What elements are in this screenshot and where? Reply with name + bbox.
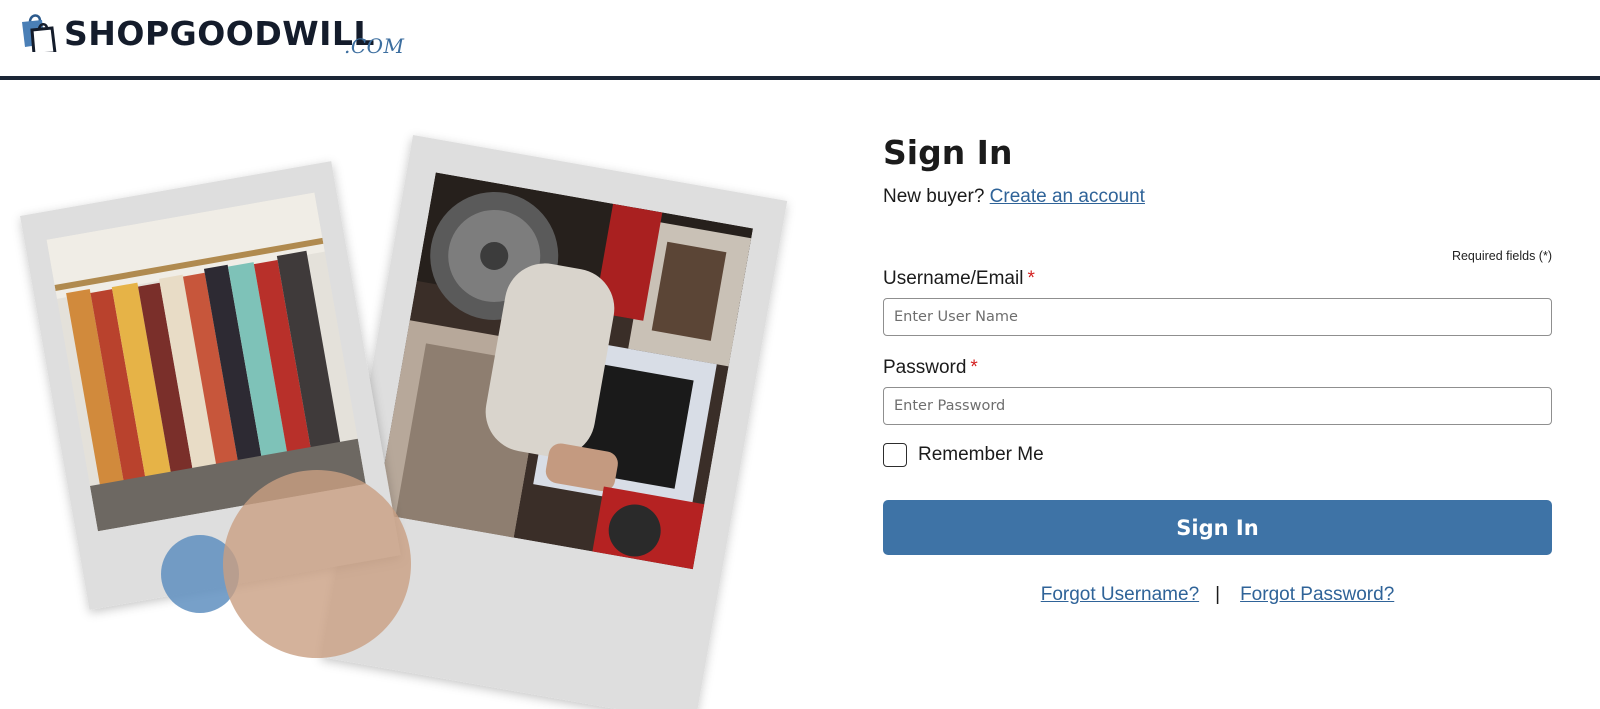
password-label: Password * — [883, 357, 978, 379]
logo-suffix: .COM — [344, 34, 405, 58]
required-star: * — [970, 357, 978, 378]
username-label: Username/Email * — [883, 268, 1035, 290]
polaroid-records — [320, 135, 788, 709]
site-header: SHOPGOODWILL .COM — [0, 0, 1600, 82]
header-divider — [0, 76, 1600, 80]
logo-wordmark: SHOPGOODWILL — [64, 14, 375, 53]
remember-me-label[interactable]: Remember Me — [918, 444, 1044, 466]
tan-circle — [223, 470, 411, 658]
shopping-bag-icon — [22, 14, 57, 52]
remember-me-row[interactable]: Remember Me — [883, 443, 1044, 467]
required-star: * — [1027, 268, 1035, 289]
hero-illustration — [20, 135, 788, 709]
new-buyer-line: New buyer? Create an account — [883, 186, 1145, 208]
create-account-link[interactable]: Create an account — [990, 186, 1145, 207]
new-buyer-prefix: New buyer? — [883, 186, 985, 207]
forgot-password-link[interactable]: Forgot Password? — [1240, 584, 1394, 605]
required-fields-note: Required fields (*) — [1451, 249, 1552, 263]
vinyl-records-photo — [375, 172, 753, 570]
forgot-links: Forgot Username? | Forgot Password? — [883, 584, 1552, 606]
link-separator: | — [1215, 584, 1221, 605]
forgot-username-link[interactable]: Forgot Username? — [1041, 584, 1199, 605]
sign-in-button[interactable]: Sign In — [883, 500, 1552, 555]
password-label-text: Password — [883, 357, 967, 378]
username-input[interactable] — [883, 298, 1552, 336]
remember-me-checkbox[interactable] — [883, 443, 907, 467]
page-title: Sign In — [883, 133, 1013, 172]
password-input[interactable] — [883, 387, 1552, 425]
username-label-text: Username/Email — [883, 268, 1024, 289]
